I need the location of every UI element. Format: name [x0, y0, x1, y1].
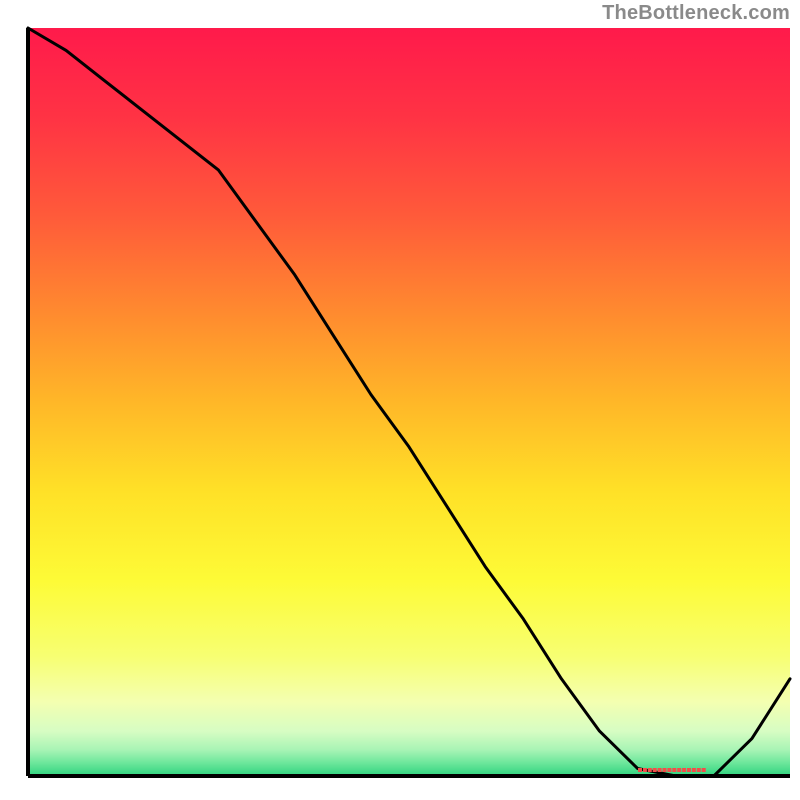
optimal-marker-dot: [687, 768, 691, 772]
optimal-marker-dot: [653, 768, 657, 772]
bottleneck-chart: [0, 0, 800, 800]
plot-background: [28, 28, 790, 776]
optimal-marker-dot: [667, 768, 671, 772]
optimal-marker-dot: [677, 768, 681, 772]
optimal-marker-dot: [658, 768, 662, 772]
optimal-marker-dot: [643, 768, 647, 772]
watermark-text: TheBottleneck.com: [602, 2, 790, 25]
optimal-marker-dot: [648, 768, 652, 772]
optimal-marker-dot: [702, 768, 706, 772]
optimal-marker-dot: [692, 768, 696, 772]
optimal-marker-dot: [663, 768, 667, 772]
optimal-marker-dot: [672, 768, 676, 772]
optimal-marker-dot: [638, 768, 642, 772]
optimal-marker-dot: [682, 768, 686, 772]
optimal-marker-dot: [697, 768, 701, 772]
